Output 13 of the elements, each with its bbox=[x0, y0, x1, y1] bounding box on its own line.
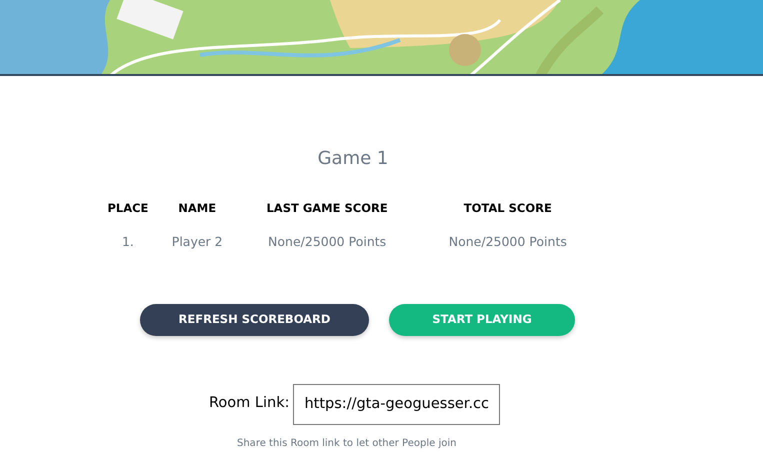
room-link-label: Room Link: bbox=[209, 394, 290, 414]
column-header: NAME bbox=[177, 200, 218, 217]
refresh-scoreboard-button[interactable]: REFRESH SCOREBOARD bbox=[140, 304, 369, 336]
table-cell-text: Player 2 bbox=[170, 232, 224, 251]
table-cell-text: None/25000 Points bbox=[267, 232, 388, 251]
column-header: LAST GAME SCORE bbox=[265, 200, 389, 217]
column-header: TOTAL SCORE bbox=[462, 200, 553, 217]
game-title: Game 1 bbox=[316, 148, 390, 170]
column-header: PLACE bbox=[106, 200, 150, 217]
table-cell-text: None/25000 Points bbox=[448, 232, 568, 251]
share-hint: Share this Room link to let other People join bbox=[236, 438, 458, 449]
table-cell-text: 1. bbox=[120, 232, 135, 251]
room-link-field[interactable]: https://gta-geoguesser.cc bbox=[293, 384, 500, 425]
